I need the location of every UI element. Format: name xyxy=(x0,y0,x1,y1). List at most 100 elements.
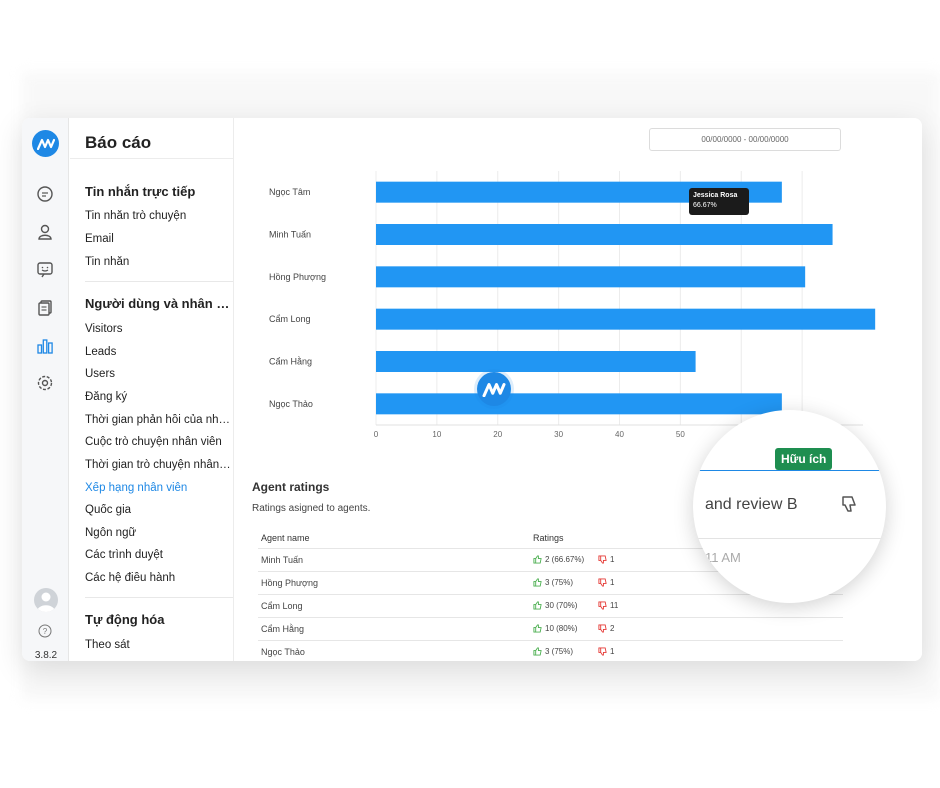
section-title-users-agents: Người dùng và nhân viên xyxy=(85,296,233,311)
thumbs-down-icon xyxy=(598,647,607,656)
ratings-subtitle: Ratings asigned to agents. xyxy=(252,503,371,514)
x-tick-label: 10 xyxy=(432,430,441,439)
menu-item-browsers[interactable]: Các trình duyệt xyxy=(85,549,233,561)
thumbs-up-count: 3 (75%) xyxy=(545,647,574,656)
thumbs-down-rating: 11 xyxy=(598,601,618,610)
agent-name-cell: Cẩm Long xyxy=(261,601,303,611)
menu-item-registrations[interactable]: Đăng ký xyxy=(85,391,233,403)
bar xyxy=(376,351,696,372)
x-tick-label: 40 xyxy=(615,430,624,439)
thumbs-down-count: 1 xyxy=(610,555,615,564)
chat-icon[interactable] xyxy=(35,184,55,204)
thumbs-up-rating: 30 (70%) xyxy=(533,601,577,610)
section-title-live-messages: Tin nhắn trực tiếp xyxy=(85,184,196,199)
thumbs-up-rating: 10 (80%) xyxy=(533,624,577,633)
thumbs-down-icon xyxy=(598,624,607,633)
menu-item-agent-response-time[interactable]: Thời gian phản hồi của nhân viên xyxy=(85,414,233,426)
svg-text:?: ? xyxy=(43,627,48,636)
menu-title: Báo cáo xyxy=(85,133,152,152)
menu-item-agent-conversation-time[interactable]: Thời gian trò chuyện nhân viên xyxy=(85,459,233,471)
thumbs-down-icon xyxy=(598,555,607,564)
menu-item-countries[interactable]: Quốc gia xyxy=(85,504,233,516)
magnifier-message-text: and review B xyxy=(705,496,798,513)
thumbs-down-rating: 1 xyxy=(598,647,614,656)
thumbs-up-rating: 3 (75%) xyxy=(533,647,573,656)
menu-item-messages[interactable]: Tin nhắn xyxy=(85,256,233,268)
menu-item-languages[interactable]: Ngôn ngữ xyxy=(85,527,233,539)
magnifier-accent-line xyxy=(693,470,886,471)
magnifier-divider xyxy=(693,538,886,539)
thumbs-up-icon xyxy=(533,601,542,610)
thumbs-up-count: 10 (80%) xyxy=(545,624,578,633)
thumbs-down-rating: 2 xyxy=(598,624,614,633)
column-header-ratings: Ratings xyxy=(533,533,564,543)
menu-divider xyxy=(85,281,233,282)
avatar[interactable] xyxy=(34,588,58,612)
menu-item-visitors[interactable]: Visitors xyxy=(85,323,233,335)
category-label: Minh Tuấn xyxy=(269,230,311,240)
thumbs-down-count: 1 xyxy=(610,647,615,656)
category-label: Cẩm Long xyxy=(269,314,311,324)
menu-item-email[interactable]: Email xyxy=(85,233,233,245)
column-header-agent-name: Agent name xyxy=(261,533,310,543)
menu-divider xyxy=(70,158,234,159)
table-row: Cẩm Hằng 10 (80%) 2 xyxy=(258,617,843,640)
thumbs-down-count: 11 xyxy=(610,601,619,610)
menu-item-chat-messages[interactable]: Tin nhắn trò chuyện xyxy=(85,210,233,222)
thumbs-down-rating: 1 xyxy=(598,578,614,587)
agent-ratings-bar-chart: Ngọc Tâm Minh Tuấn Hồng Phượng Cẩm Long Cẩm … xyxy=(235,163,922,453)
thumbs-down-icon xyxy=(598,601,607,610)
menu-item-agent-ratings[interactable]: Xếp hạng nhân viên xyxy=(85,482,233,494)
documents-icon[interactable] xyxy=(35,298,55,318)
helpful-badge[interactable]: Hữu ích xyxy=(775,448,833,470)
stage: ? 3.8.2 Báo cáo Tin nhắn trực tiếp Tin n… xyxy=(0,0,940,788)
thumbs-down-rating: 1 xyxy=(598,555,614,564)
bar xyxy=(376,308,876,330)
thumbs-down-icon[interactable] xyxy=(839,494,859,514)
ratings-title: Agent ratings xyxy=(252,480,330,494)
thumbs-down-count: 1 xyxy=(610,578,615,587)
x-tick-label: 0 xyxy=(374,430,379,439)
bar xyxy=(376,266,806,288)
tooltip-name: Jessica Rosa xyxy=(693,192,738,199)
menu-divider xyxy=(85,597,233,598)
user-icon[interactable] xyxy=(35,222,55,242)
table-row: Ngọc Thảo 3 (75%) 1 xyxy=(258,640,843,661)
reports-chart-icon[interactable] xyxy=(35,336,55,356)
magnifier-callout: Hữu ích and review B 11 AM xyxy=(693,410,886,603)
icon-rail: ? 3.8.2 xyxy=(22,118,69,661)
version-label: 3.8.2 xyxy=(34,650,58,661)
message-time: 11 AM xyxy=(705,550,741,565)
category-label: Ngọc Thảo xyxy=(269,399,313,409)
thumbs-up-icon xyxy=(533,578,542,587)
section-title-automation: Tự động hóa xyxy=(85,612,165,627)
category-label: Cẩm Hằng xyxy=(269,357,312,367)
agent-name-cell: Minh Tuấn xyxy=(261,555,304,565)
date-range-picker[interactable]: 00/00/0000 - 00/00/0000 xyxy=(649,128,841,151)
menu-item-follow-up[interactable]: Theo sát xyxy=(85,639,233,651)
x-tick-label: 30 xyxy=(554,430,563,439)
app-logo[interactable] xyxy=(32,130,59,157)
thumbs-up-icon xyxy=(533,555,542,564)
settings-gear-icon[interactable] xyxy=(35,373,55,393)
thumbs-down-count: 2 xyxy=(610,624,615,633)
brand-watermark-logo xyxy=(477,372,511,406)
category-label: Ngọc Tâm xyxy=(269,187,310,197)
table-row: Cẩm Long 30 (70%) 11 xyxy=(258,594,843,617)
thumbs-up-count: 3 (75%) xyxy=(545,578,574,587)
agent-name-cell: Hồng Phượng xyxy=(261,578,318,588)
menu-item-agent-conversations[interactable]: Cuộc trò chuyện nhân viên xyxy=(85,436,233,448)
menu-item-operating-systems[interactable]: Các hệ điều hành xyxy=(85,572,233,584)
agent-name-cell: Ngọc Thảo xyxy=(261,647,305,657)
smiley-message-icon[interactable] xyxy=(35,260,55,280)
thumbs-up-count: 2 (66.67%) xyxy=(545,555,585,564)
menu-item-leads[interactable]: Leads xyxy=(85,346,233,358)
menu-item-users[interactable]: Users xyxy=(85,368,233,380)
x-tick-label: 20 xyxy=(493,430,502,439)
category-label: Hồng Phượng xyxy=(269,272,326,282)
thumbs-up-rating: 3 (75%) xyxy=(533,578,573,587)
tooltip-value: 66.67% xyxy=(693,202,717,209)
bar xyxy=(376,393,782,415)
help-icon[interactable]: ? xyxy=(38,624,52,638)
thumbs-up-count: 30 (70%) xyxy=(545,601,578,610)
